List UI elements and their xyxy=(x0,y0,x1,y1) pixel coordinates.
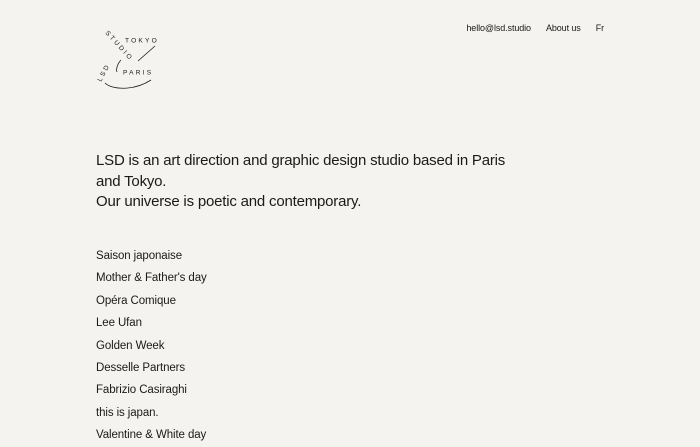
intro-description: LSD is an art direction and graphic desi… xyxy=(96,152,506,190)
language-switch-link[interactable]: Fr xyxy=(596,23,604,33)
project-link-fabrizio-casiraghi[interactable]: Fabrizio Casiraghi xyxy=(96,384,187,396)
logo-word-tokyo: TOKYO xyxy=(125,38,159,45)
project-list: Saison japonaise Mother & Father's day O… xyxy=(96,245,207,447)
email-link[interactable]: hello@lsd.studio xyxy=(466,23,531,33)
project-link-mother-fathers-day[interactable]: Mother & Father's day xyxy=(96,272,207,284)
project-link-opera-comique[interactable]: Opéra Comique xyxy=(96,295,176,307)
logo-swoosh xyxy=(104,79,152,89)
logo-mark-icon: STUDIO TOKYO LSD PARIS xyxy=(97,30,159,89)
list-item: Fabrizio Casiraghi xyxy=(96,379,207,401)
top-navigation: hello@lsd.studio About us Fr xyxy=(466,23,604,33)
project-link-desselle-partners[interactable]: Desselle Partners xyxy=(96,362,185,374)
list-item: Saison japonaise xyxy=(96,245,207,267)
project-link-this-is-japan[interactable]: this is japan. xyxy=(96,407,159,419)
list-item: Mother & Father's day xyxy=(96,267,207,289)
list-item: Valentine & White day xyxy=(96,424,207,446)
project-link-saison-japonaise[interactable]: Saison japonaise xyxy=(96,250,182,262)
studio-logo[interactable]: STUDIO TOKYO LSD PARIS xyxy=(92,30,168,94)
list-item: this is japan. xyxy=(96,402,207,424)
studio-intro: LSD is an art direction and graphic desi… xyxy=(96,151,516,213)
list-item: Opéra Comique xyxy=(96,290,207,312)
project-link-valentine-white-day[interactable]: Valentine & White day xyxy=(96,429,206,441)
logo-word-lsd: LSD xyxy=(97,62,112,82)
logo-word-studio: STUDIO xyxy=(104,30,135,63)
about-us-link[interactable]: About us xyxy=(546,23,581,33)
list-item: Golden Week xyxy=(96,335,207,357)
list-item: Desselle Partners xyxy=(96,357,207,379)
project-link-golden-week[interactable]: Golden Week xyxy=(96,340,164,352)
list-item: Lee Ufan xyxy=(96,312,207,334)
project-link-lee-ufan[interactable]: Lee Ufan xyxy=(96,317,142,329)
logo-word-paris: PARIS xyxy=(123,70,153,77)
logo-slash-line xyxy=(137,45,156,62)
intro-universe: Our universe is poetic and contemporary. xyxy=(96,193,362,210)
logo-small-arc xyxy=(116,59,122,73)
